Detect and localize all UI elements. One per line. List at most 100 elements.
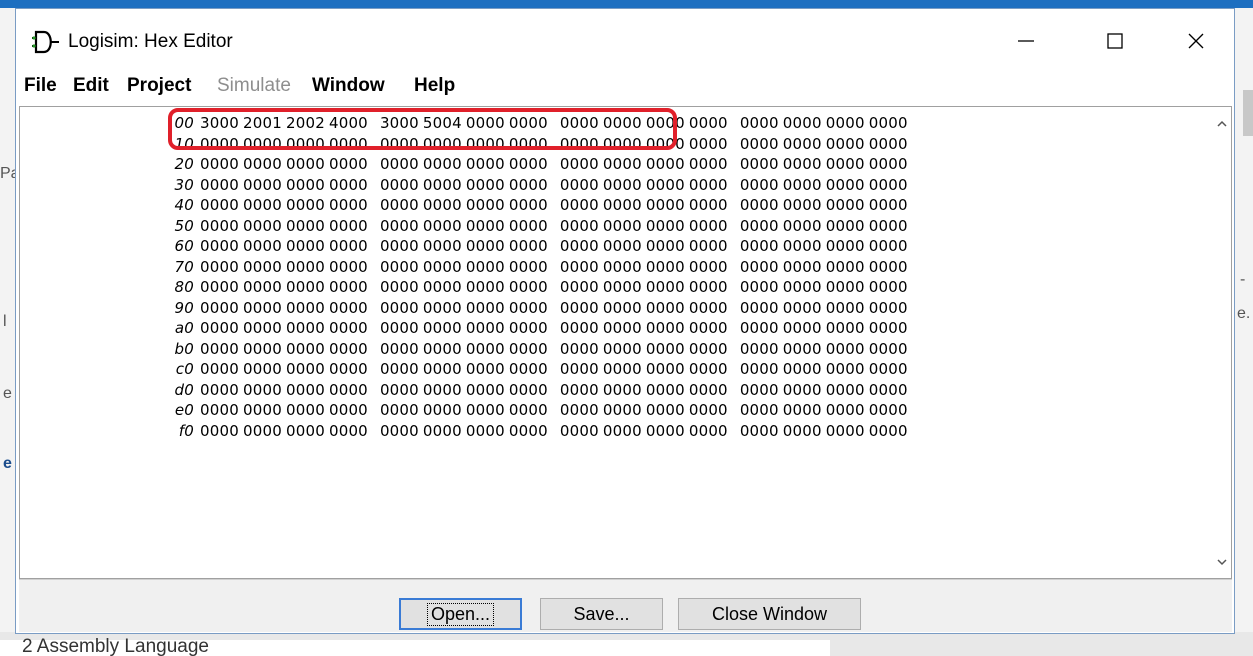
hex-word[interactable]: 0000: [509, 298, 548, 319]
hex-word[interactable]: 0000: [509, 216, 548, 237]
hex-word[interactable]: 0000: [826, 236, 865, 257]
hex-word[interactable]: 0000: [603, 380, 642, 401]
hex-word[interactable]: 0000: [826, 400, 865, 421]
title-bar[interactable]: Logisim: Hex Editor: [16, 9, 1234, 71]
hex-word[interactable]: 0000: [329, 216, 368, 237]
hex-word[interactable]: 0000: [783, 154, 822, 175]
hex-word[interactable]: 0000: [740, 154, 779, 175]
hex-word[interactable]: 0000: [783, 318, 822, 339]
hex-word[interactable]: 0000: [423, 216, 462, 237]
hex-word[interactable]: 0000: [560, 380, 599, 401]
hex-word[interactable]: 0000: [740, 359, 779, 380]
hex-word[interactable]: 0000: [646, 257, 685, 278]
hex-word[interactable]: 0000: [509, 359, 548, 380]
hex-word[interactable]: 0000: [783, 380, 822, 401]
hex-word[interactable]: 0000: [826, 134, 865, 155]
hex-word[interactable]: 0000: [329, 175, 368, 196]
hex-word[interactable]: 0000: [646, 154, 685, 175]
scroll-up-icon[interactable]: [1215, 117, 1229, 131]
scroll-down-icon[interactable]: [1215, 555, 1229, 569]
hex-word[interactable]: 0000: [646, 195, 685, 216]
hex-word[interactable]: 0000: [200, 216, 239, 237]
hex-word[interactable]: 0000: [509, 236, 548, 257]
hex-word[interactable]: 0000: [689, 175, 728, 196]
hex-word[interactable]: 0000: [466, 359, 505, 380]
hex-word[interactable]: 0000: [740, 113, 779, 134]
hex-word[interactable]: 0000: [380, 236, 419, 257]
hex-word[interactable]: 0000: [869, 359, 908, 380]
hex-word[interactable]: 0000: [560, 359, 599, 380]
hex-word[interactable]: 0000: [509, 400, 548, 421]
hex-word[interactable]: 0000: [509, 277, 548, 298]
hex-word[interactable]: 0000: [560, 339, 599, 360]
hex-word[interactable]: 0000: [869, 318, 908, 339]
hex-word[interactable]: 0000: [869, 277, 908, 298]
hex-word[interactable]: 0000: [689, 298, 728, 319]
hex-word[interactable]: 0000: [560, 318, 599, 339]
hex-word[interactable]: 0000: [509, 421, 548, 442]
hex-word[interactable]: 0000: [869, 380, 908, 401]
hex-word[interactable]: 0000: [200, 359, 239, 380]
hex-word[interactable]: 0000: [869, 175, 908, 196]
hex-word[interactable]: 0000: [826, 154, 865, 175]
hex-word[interactable]: 0000: [603, 175, 642, 196]
hex-word[interactable]: 0000: [466, 298, 505, 319]
hex-word[interactable]: 0000: [740, 339, 779, 360]
hex-word[interactable]: 0000: [329, 277, 368, 298]
hex-word[interactable]: 0000: [466, 236, 505, 257]
hex-word[interactable]: 0000: [689, 154, 728, 175]
hex-word[interactable]: 0000: [869, 400, 908, 421]
hex-word[interactable]: 0000: [869, 339, 908, 360]
hex-word[interactable]: 0000: [200, 236, 239, 257]
hex-word[interactable]: 0000: [826, 195, 865, 216]
hex-word[interactable]: 0000: [423, 400, 462, 421]
hex-word[interactable]: 0000: [243, 318, 282, 339]
hex-word[interactable]: 0000: [466, 318, 505, 339]
hex-row[interactable]: 50 0000 0000 0000 0000 0000 0000 0000 0000 0000 00…: [170, 216, 920, 237]
hex-word[interactable]: 0000: [466, 257, 505, 278]
hex-word[interactable]: 0000: [740, 421, 779, 442]
hex-word[interactable]: 0000: [826, 298, 865, 319]
hex-word[interactable]: 0000: [423, 298, 462, 319]
hex-word[interactable]: 0000: [689, 339, 728, 360]
hex-word[interactable]: 0000: [603, 236, 642, 257]
hex-row[interactable]: 40 0000 0000 0000 0000 0000 0000 0000 0000 0000 00…: [170, 195, 920, 216]
hex-row[interactable]: c0 0000 0000 0000 0000 0000 0000 0000 0000 0000 00…: [170, 359, 920, 380]
hex-word[interactable]: 0000: [380, 216, 419, 237]
hex-word[interactable]: 0000: [689, 113, 728, 134]
hex-word[interactable]: 0000: [286, 400, 325, 421]
hex-word[interactable]: 0000: [200, 257, 239, 278]
hex-word[interactable]: 0000: [329, 298, 368, 319]
hex-word[interactable]: 0000: [380, 380, 419, 401]
hex-word[interactable]: 0000: [689, 216, 728, 237]
hex-word[interactable]: 0000: [286, 380, 325, 401]
hex-word[interactable]: 0000: [560, 277, 599, 298]
hex-word[interactable]: 0000: [783, 113, 822, 134]
hex-word[interactable]: 0000: [243, 216, 282, 237]
hex-word[interactable]: 0000: [740, 175, 779, 196]
hex-word[interactable]: 0000: [286, 318, 325, 339]
hex-word[interactable]: 0000: [783, 216, 822, 237]
hex-word[interactable]: 0000: [380, 277, 419, 298]
hex-word[interactable]: 0000: [509, 318, 548, 339]
maximize-button[interactable]: [1095, 24, 1135, 58]
hex-word[interactable]: 0000: [243, 298, 282, 319]
hex-word[interactable]: 0000: [826, 421, 865, 442]
hex-word[interactable]: 0000: [646, 298, 685, 319]
hex-word[interactable]: 0000: [423, 421, 462, 442]
hex-word[interactable]: 0000: [329, 421, 368, 442]
hex-word[interactable]: 0000: [603, 318, 642, 339]
hex-word[interactable]: 0000: [423, 380, 462, 401]
minimize-button[interactable]: [1006, 24, 1046, 58]
hex-word[interactable]: 0000: [243, 400, 282, 421]
hex-word[interactable]: 0000: [783, 421, 822, 442]
hex-word[interactable]: 0000: [329, 318, 368, 339]
hex-word[interactable]: 0000: [826, 216, 865, 237]
menu-project[interactable]: Project: [127, 75, 191, 97]
hex-word[interactable]: 0000: [646, 277, 685, 298]
hex-word[interactable]: 0000: [869, 216, 908, 237]
hex-word[interactable]: 0000: [243, 359, 282, 380]
hex-word[interactable]: 0000: [603, 359, 642, 380]
hex-word[interactable]: 0000: [509, 257, 548, 278]
hex-word[interactable]: 0000: [560, 175, 599, 196]
